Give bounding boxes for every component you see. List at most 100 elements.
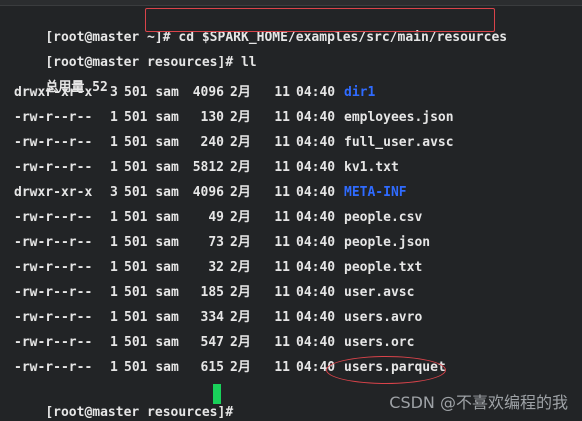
- file-name[interactable]: kv1.txt: [344, 158, 399, 178]
- uid-text: 501: [124, 235, 148, 250]
- day-text: 11: [274, 235, 290, 250]
- group-text: sam: [155, 210, 179, 225]
- owner-text: 501 sam: [124, 108, 186, 128]
- month-text: 2月: [230, 285, 251, 300]
- day-text: 11: [274, 160, 290, 175]
- owner-text: 501 sam: [124, 158, 186, 178]
- time-text: 04:40: [296, 260, 336, 275]
- time-text: 04:40: [296, 335, 336, 350]
- month-text: 2月: [230, 135, 251, 150]
- time-text: 04:40: [296, 160, 336, 175]
- permissions-text: -rw-r--r--: [14, 110, 93, 125]
- watermark-text: CSDN @不喜欢编程的我: [389, 393, 568, 412]
- owner-text: 501 sam: [124, 333, 186, 353]
- group-text: sam: [155, 185, 179, 200]
- file-size-text: 49: [208, 210, 224, 225]
- time-text: 04:40: [296, 235, 336, 250]
- file-name[interactable]: people.csv: [344, 208, 422, 228]
- month-text: 2月: [230, 260, 251, 275]
- file-name[interactable]: users.orc: [344, 333, 414, 353]
- file-size-text: 5812: [192, 160, 224, 175]
- permissions-text: drwxr-xr-x: [14, 185, 93, 200]
- directory-name[interactable]: META-INF: [344, 183, 407, 203]
- file-name[interactable]: full_user.avsc: [344, 133, 454, 153]
- group-text: sam: [155, 260, 179, 275]
- file-name[interactable]: employees.json: [344, 108, 454, 128]
- file-size-text: 334: [200, 310, 224, 325]
- day-text: 11: [274, 210, 290, 225]
- file-size-text: 4096: [192, 85, 224, 100]
- link-count-text: 1: [110, 285, 118, 300]
- listing-row: -rw-r--r-- 1 501 sam 547 2月 11 04:40 users.orc: [14, 333, 414, 353]
- month-text: 2月: [230, 335, 251, 350]
- time-text: 04:40: [296, 110, 336, 125]
- owner-text: 501 sam: [124, 183, 186, 203]
- owner-text: 501 sam: [124, 208, 186, 228]
- group-text: sam: [155, 360, 179, 375]
- uid-text: 501: [124, 335, 148, 350]
- day-text: 11: [274, 310, 290, 325]
- day-text: 11: [274, 85, 290, 100]
- uid-text: 501: [124, 160, 148, 175]
- terminal-top-strip: [0, 0, 582, 6]
- link-count-text: 1: [110, 235, 118, 250]
- shell-prompt: [root@master resources]#: [45, 405, 241, 420]
- file-size-text: 73: [208, 235, 224, 250]
- time-text: 04:40: [296, 135, 336, 150]
- owner-text: 501 sam: [124, 133, 186, 153]
- time-text: 04:40: [296, 85, 336, 100]
- terminal-window[interactable]: [root@master ~]# cd $SPARK_HOME/examples…: [0, 0, 582, 421]
- command-highlight-box: [145, 8, 495, 32]
- permissions-text: -rw-r--r--: [14, 310, 93, 325]
- permissions-text: drwxr-xr-x: [14, 85, 93, 100]
- time-text: 04:40: [296, 210, 336, 225]
- owner-text: 501 sam: [124, 83, 186, 103]
- terminal-line-total: 总用量 52: [14, 58, 107, 95]
- permissions-text: -rw-r--r--: [14, 235, 93, 250]
- permissions-text: -rw-r--r--: [14, 135, 93, 150]
- link-count-text: 1: [110, 310, 118, 325]
- owner-text: 501 sam: [124, 283, 186, 303]
- listing-row: -rw-r--r-- 1 501 sam 5812 2月 11 04:40 kv1.txt: [14, 158, 399, 178]
- day-text: 11: [274, 185, 290, 200]
- month-text: 2月: [230, 185, 251, 200]
- month-text: 2月: [230, 310, 251, 325]
- permissions-text: -rw-r--r--: [14, 210, 93, 225]
- day-text: 11: [274, 335, 290, 350]
- day-text: 11: [274, 260, 290, 275]
- uid-text: 501: [124, 210, 148, 225]
- link-count-text: 3: [110, 185, 118, 200]
- terminal-line-2: [root@master resources]# ll: [14, 33, 256, 70]
- listing-row: -rw-r--r-- 1 501 sam 334 2月 11 04:40 users.avro: [14, 308, 422, 328]
- terminal-line-final: [root@master resources]#: [14, 383, 241, 420]
- file-name[interactable]: people.txt: [344, 258, 422, 278]
- file-name[interactable]: people.json: [344, 233, 430, 253]
- file-name[interactable]: user.avsc: [344, 283, 414, 303]
- shell-command: ll: [240, 55, 257, 70]
- permissions-text: -rw-r--r--: [14, 335, 93, 350]
- day-text: 11: [274, 110, 290, 125]
- group-text: sam: [155, 285, 179, 300]
- permissions-text: -rw-r--r--: [14, 260, 93, 275]
- permissions-text: -rw-r--r--: [14, 160, 93, 175]
- terminal-cursor[interactable]: [213, 384, 221, 404]
- listing-row: -rw-r--r-- 1 501 sam 32 2月 11 04:40 people.txt: [14, 258, 422, 278]
- time-text: 04:40: [296, 185, 336, 200]
- link-count-text: 1: [110, 360, 118, 375]
- listing-row: -rw-r--r-- 1 501 sam 73 2月 11 04:40 people.json: [14, 233, 430, 253]
- owner-text: 501 sam: [124, 233, 186, 253]
- link-count-text: 1: [110, 135, 118, 150]
- month-text: 2月: [230, 110, 251, 125]
- link-count-text: 1: [110, 260, 118, 275]
- link-count-text: 1: [110, 335, 118, 350]
- file-name[interactable]: users.avro: [344, 308, 422, 328]
- uid-text: 501: [124, 85, 148, 100]
- group-text: sam: [155, 235, 179, 250]
- file-size-text: 240: [200, 135, 224, 150]
- group-text: sam: [155, 135, 179, 150]
- uid-text: 501: [124, 135, 148, 150]
- uid-text: 501: [124, 185, 148, 200]
- month-text: 2月: [230, 210, 251, 225]
- directory-name[interactable]: dir1: [344, 83, 375, 103]
- owner-text: 501 sam: [124, 308, 186, 328]
